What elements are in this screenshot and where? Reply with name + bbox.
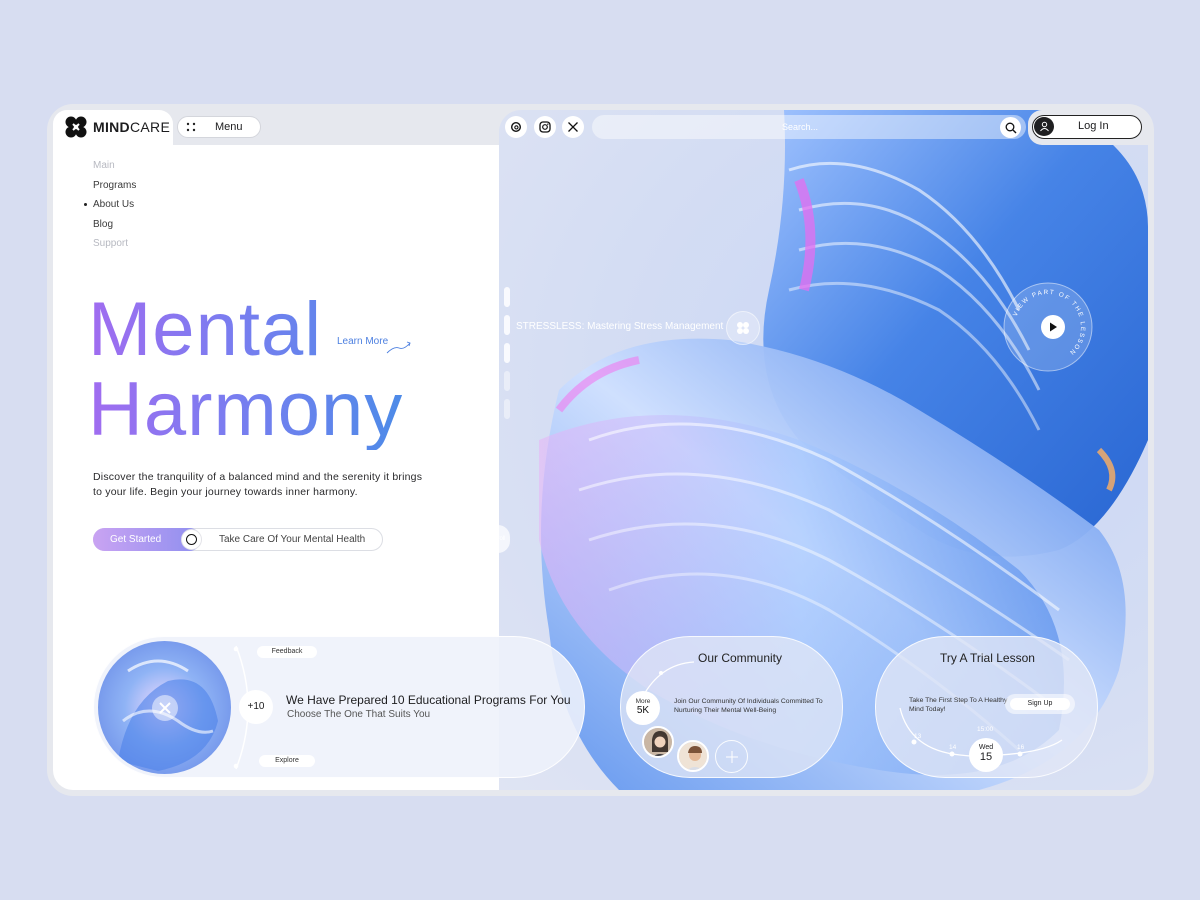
slide-indicator-bar[interactable] bbox=[504, 287, 510, 307]
day-label[interactable]: 13 bbox=[914, 733, 921, 740]
search-icon bbox=[1005, 122, 1016, 133]
nav-item-programs[interactable]: Programs bbox=[93, 178, 136, 198]
brand-logo[interactable]: MINDCARE bbox=[64, 115, 170, 139]
explore-pill[interactable]: Explore bbox=[259, 755, 315, 767]
hero-title-line-2: Harmony bbox=[88, 367, 404, 452]
squiggle-arrow-icon bbox=[386, 341, 411, 354]
lesson-marker[interactable] bbox=[726, 311, 760, 345]
feedback-pill[interactable]: Feedback bbox=[257, 646, 317, 658]
nav-item-blog[interactable]: Blog bbox=[93, 217, 136, 237]
slide-indicator-bar[interactable] bbox=[504, 343, 510, 363]
take-care-link[interactable]: Take Care Of Your Mental Health bbox=[219, 529, 365, 550]
search-button[interactable] bbox=[1000, 117, 1021, 138]
login-button[interactable]: Log In bbox=[1032, 115, 1142, 139]
threads-button[interactable] bbox=[505, 116, 527, 138]
menu-label: Menu bbox=[215, 121, 243, 133]
x-icon bbox=[568, 122, 578, 132]
time-label: 15:00 bbox=[977, 726, 994, 733]
selected-day-number: 15 bbox=[979, 751, 993, 763]
brand-name: MINDCARE bbox=[93, 119, 171, 135]
slide-indicator-bar[interactable] bbox=[504, 371, 510, 391]
community-count-badge: More 5K bbox=[626, 691, 660, 725]
threads-icon bbox=[510, 121, 522, 133]
trial-title: Try A Trial Lesson bbox=[940, 651, 1035, 665]
instagram-icon bbox=[539, 121, 551, 133]
hero-title: Mental Harmony bbox=[88, 290, 403, 450]
slide-indicator-bar[interactable] bbox=[504, 315, 510, 335]
community-text: Join Our Community Of Individuals Commit… bbox=[674, 698, 823, 714]
programs-subtitle: Choose The One That Suits You bbox=[287, 709, 431, 720]
day-label[interactable]: 16 bbox=[1017, 744, 1024, 751]
learn-more-link[interactable]: Learn More bbox=[337, 336, 388, 347]
cta-toggle-knob[interactable] bbox=[181, 529, 202, 550]
search-bar bbox=[592, 115, 1026, 139]
hero-title-line-1: Mental bbox=[88, 287, 323, 372]
avatar[interactable] bbox=[642, 726, 674, 758]
user-icon bbox=[1034, 117, 1054, 136]
slide-indicator bbox=[504, 287, 510, 427]
play-ring: VIEW PART OF THE LESSON bbox=[1003, 282, 1093, 372]
circle-icon bbox=[186, 534, 197, 545]
mindcare-logo-icon bbox=[65, 116, 87, 138]
x-button[interactable] bbox=[562, 116, 584, 138]
nav-item-about-us[interactable]: About Us bbox=[83, 197, 136, 217]
community-title: Our Community bbox=[698, 651, 783, 665]
search-input[interactable] bbox=[782, 119, 982, 135]
menu-button[interactable]: Menu bbox=[177, 116, 261, 138]
plus-icon bbox=[725, 750, 738, 763]
selected-day-name: Wed bbox=[978, 744, 994, 751]
grid-dots-icon bbox=[181, 117, 201, 137]
selected-day[interactable]: Wed 15 bbox=[969, 738, 1003, 772]
cta-group: Get Started Take Care Of Your Mental Hea… bbox=[93, 528, 383, 551]
community-more-value: 5K bbox=[636, 705, 650, 716]
login-label: Log In bbox=[1078, 120, 1109, 132]
slide-indicator-bar[interactable] bbox=[504, 399, 510, 419]
hero-description: Discover the tranquility of a balanced m… bbox=[93, 471, 423, 498]
nav-item-support[interactable]: Support bbox=[93, 236, 136, 256]
programs-count-badge: +10 bbox=[239, 690, 273, 724]
mindcare-mark-icon bbox=[737, 322, 749, 334]
side-nav: Main Programs About Us Blog Support bbox=[83, 158, 136, 256]
nav-item-main[interactable]: Main bbox=[93, 158, 136, 178]
lesson-title[interactable]: STRESSLESS: Mastering Stress Management bbox=[516, 321, 723, 332]
instagram-button[interactable] bbox=[534, 116, 556, 138]
day-label[interactable]: 14 bbox=[949, 744, 956, 751]
play-lesson-widget[interactable]: VIEW PART OF THE LESSON bbox=[1003, 282, 1093, 372]
community-more-label: More bbox=[635, 698, 651, 705]
avatar[interactable] bbox=[677, 740, 709, 772]
programs-title: We Have Prepared 10 Educational Programs… bbox=[286, 693, 571, 707]
add-member-button[interactable] bbox=[715, 740, 748, 773]
scroll-button[interactable]: Scroll bbox=[486, 525, 510, 553]
